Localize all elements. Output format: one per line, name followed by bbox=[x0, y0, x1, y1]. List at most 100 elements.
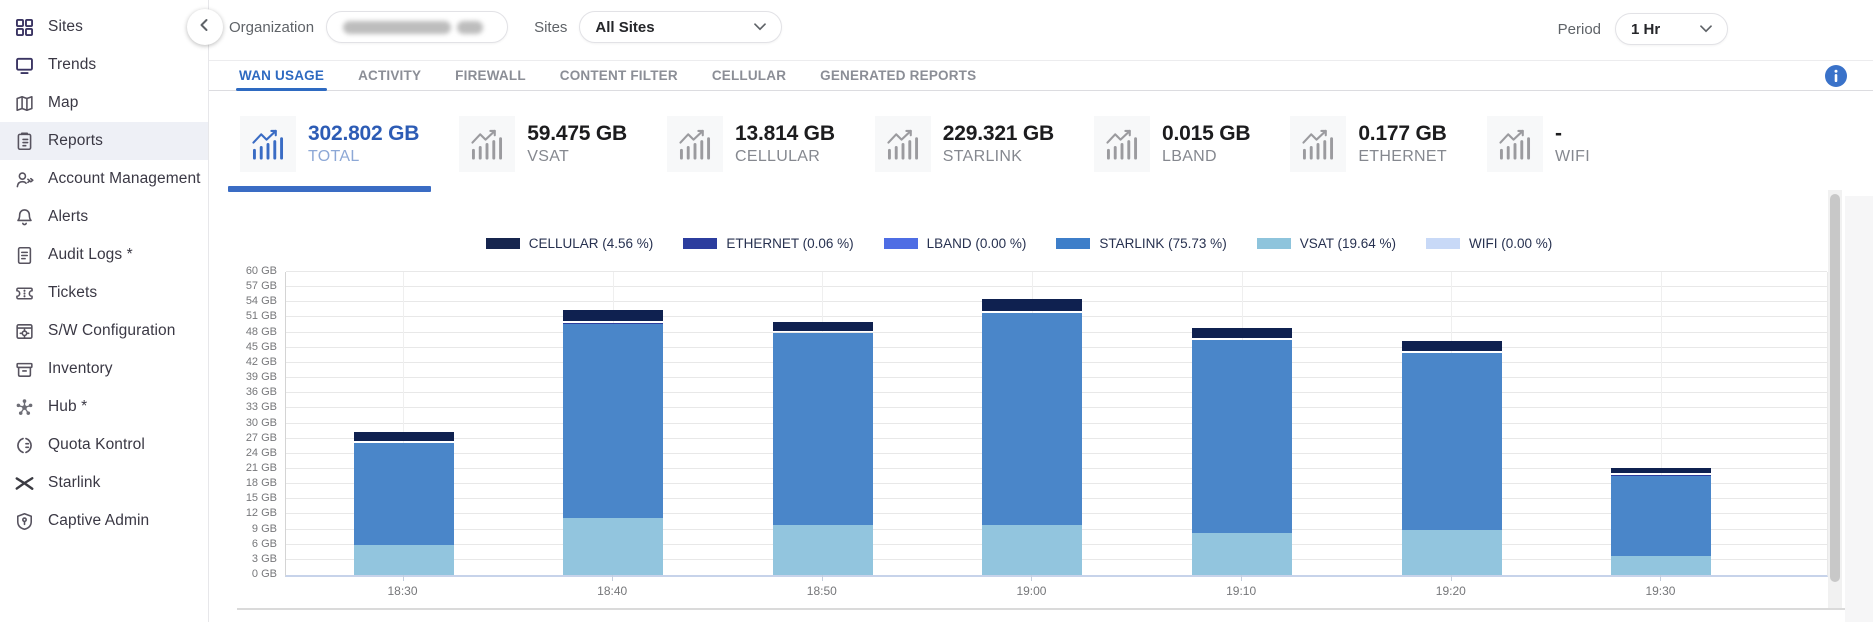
summary-card-lband[interactable]: 0.015 GBLBAND bbox=[1094, 116, 1250, 172]
bar-segment-vsat bbox=[1192, 533, 1292, 575]
page-gutter bbox=[1845, 196, 1873, 622]
y-axis-tick-label: 39 GB bbox=[213, 371, 277, 383]
organization-field[interactable] bbox=[326, 11, 508, 43]
tab-firewall[interactable]: FIREWALL bbox=[455, 61, 526, 90]
bar-segment-starlink bbox=[982, 313, 1082, 525]
sidebar-item-trends[interactable]: Trends bbox=[0, 46, 208, 84]
period-dropdown[interactable]: 1 Hr bbox=[1615, 13, 1728, 45]
tab-cellular[interactable]: CELLULAR bbox=[712, 61, 786, 90]
usage-chart-icon bbox=[1487, 116, 1543, 172]
legend-item-wifi[interactable]: WIFI (0.00 %) bbox=[1426, 236, 1552, 251]
y-axis-tick-label: 24 GB bbox=[213, 447, 277, 459]
sites-icon bbox=[14, 17, 35, 38]
card-label: STARLINK bbox=[943, 148, 1054, 166]
starlink-icon bbox=[14, 473, 35, 494]
sidebar-item-label: Inventory bbox=[48, 360, 113, 378]
x-axis-tick bbox=[403, 575, 404, 581]
y-axis-tick-label: 54 GB bbox=[213, 295, 277, 307]
sidebar-item-label: Account Management bbox=[48, 170, 201, 188]
x-axis-tick-label: 19:30 bbox=[1615, 584, 1705, 598]
sidebar-item-reports[interactable]: Reports bbox=[0, 122, 208, 160]
organization-value-redacted bbox=[343, 21, 451, 34]
sidebar-item-label: Sites bbox=[48, 18, 83, 36]
tab-generated-reports[interactable]: GENERATED REPORTS bbox=[820, 61, 976, 90]
period-group: Period 1 Hr bbox=[1558, 13, 1728, 45]
sites-label: Sites bbox=[534, 19, 567, 36]
y-axis-tick-label: 15 GB bbox=[213, 492, 277, 504]
x-axis-tick-label: 18:30 bbox=[358, 584, 448, 598]
sidebar-item-tickets[interactable]: Tickets bbox=[0, 274, 208, 312]
legend-swatch bbox=[486, 238, 520, 249]
wan-usage-chart-section: CELLULAR (4.56 %) ETHERNET (0.06 %) LBAND … bbox=[209, 196, 1873, 622]
bar-segment-cellular bbox=[1192, 328, 1292, 338]
legend-item-vsat[interactable]: VSAT (19.64 %) bbox=[1257, 236, 1396, 251]
sidebar-item-inventory[interactable]: Inventory bbox=[0, 350, 208, 388]
sidebar-item-s-w-configuration[interactable]: S/W Configuration bbox=[0, 312, 208, 350]
stacked-bar-19-10 bbox=[1192, 328, 1292, 575]
y-axis-tick-label: 27 GB bbox=[213, 432, 277, 444]
legend-item-starlink[interactable]: STARLINK (75.73 %) bbox=[1056, 236, 1226, 251]
sidebar-nav: Sites Trends MapReports Account Management A… bbox=[0, 0, 209, 622]
summary-card-cellular[interactable]: 13.814 GBCELLULAR bbox=[667, 116, 835, 172]
sidebar-item-starlink[interactable]: Starlink bbox=[0, 464, 208, 502]
sidebar-item-audit-logs[interactable]: Audit Logs * bbox=[0, 236, 208, 274]
sidebar-item-captive-admin[interactable]: Captive Admin bbox=[0, 502, 208, 540]
tab-activity[interactable]: ACTIVITY bbox=[358, 61, 421, 90]
bar-segment-cellular bbox=[1611, 468, 1711, 474]
captive-admin-icon bbox=[14, 511, 35, 532]
summary-card-ethernet[interactable]: 0.177 GBETHERNET bbox=[1290, 116, 1447, 172]
topbar: Organization Sites All Sites Period 1 Hr bbox=[209, 0, 1873, 60]
usage-chart-icon bbox=[240, 116, 296, 172]
tab-content-filter[interactable]: CONTENT FILTER bbox=[560, 61, 678, 90]
card-value: 302.802 GB bbox=[308, 122, 419, 145]
tab-wan-usage[interactable]: WAN USAGE bbox=[239, 61, 324, 90]
x-axis-tick-label: 18:40 bbox=[567, 584, 657, 598]
sidebar-item-sites[interactable]: Sites bbox=[0, 8, 208, 46]
sidebar-item-hub[interactable]: Hub * bbox=[0, 388, 208, 426]
section-divider bbox=[237, 608, 1846, 610]
summary-card-starlink[interactable]: 229.321 GBSTARLINK bbox=[875, 116, 1054, 172]
sites-dropdown[interactable]: All Sites bbox=[579, 11, 782, 43]
legend-item-cellular[interactable]: CELLULAR (4.56 %) bbox=[486, 236, 654, 251]
scrollbar-thumb[interactable] bbox=[1830, 194, 1840, 582]
legend-swatch bbox=[1257, 238, 1291, 249]
sidebar-item-label: Trends bbox=[48, 56, 96, 74]
legend-label: VSAT (19.64 %) bbox=[1300, 236, 1396, 251]
usage-chart-icon bbox=[459, 116, 515, 172]
card-label: TOTAL bbox=[308, 148, 419, 166]
x-axis-tick-label: 19:10 bbox=[1196, 584, 1286, 598]
collapse-sidebar-button[interactable] bbox=[187, 9, 223, 45]
legend-swatch bbox=[884, 238, 918, 249]
x-axis-tick-label: 19:20 bbox=[1406, 584, 1496, 598]
sidebar-item-account-management[interactable]: Account Management bbox=[0, 160, 208, 198]
y-axis-tick-label: 21 GB bbox=[213, 462, 277, 474]
card-label: WIFI bbox=[1555, 148, 1590, 166]
summary-card-vsat[interactable]: 59.475 GBVSAT bbox=[459, 116, 627, 172]
y-axis-tick-label: 12 GB bbox=[213, 507, 277, 519]
y-axis-tick-label: 18 GB bbox=[213, 477, 277, 489]
legend-item-lband[interactable]: LBAND (0.00 %) bbox=[884, 236, 1027, 251]
bar-segment-starlink bbox=[773, 333, 873, 525]
summary-card-total[interactable]: 302.802 GB TOTAL bbox=[240, 116, 419, 172]
sidebar-item-map[interactable]: Map bbox=[0, 84, 208, 122]
summary-card-wifi[interactable]: -WIFI bbox=[1487, 116, 1590, 172]
legend-item-ethernet[interactable]: ETHERNET (0.06 %) bbox=[683, 236, 853, 251]
organization-value-redacted-2 bbox=[457, 21, 483, 34]
sidebar-item-quota-kontrol[interactable]: Quota Kontrol bbox=[0, 426, 208, 464]
sidebar-item-label: Captive Admin bbox=[48, 512, 149, 530]
x-axis-tick bbox=[1241, 575, 1242, 581]
legend-label: CELLULAR (4.56 %) bbox=[529, 236, 654, 251]
sw-configuration-icon bbox=[14, 321, 35, 342]
sidebar-item-label: S/W Configuration bbox=[48, 322, 175, 340]
bar-segment-vsat bbox=[354, 545, 454, 575]
usage-chart-icon bbox=[1290, 116, 1346, 172]
card-label: ETHERNET bbox=[1358, 148, 1447, 166]
y-axis-tick-label: 45 GB bbox=[213, 341, 277, 353]
legend-swatch bbox=[1426, 238, 1460, 249]
stacked-bar-18-50 bbox=[773, 322, 873, 575]
info-icon[interactable] bbox=[1824, 64, 1848, 88]
sidebar-item-alerts[interactable]: Alerts bbox=[0, 198, 208, 236]
y-axis-tick-label: 48 GB bbox=[213, 326, 277, 338]
summary-cards-row: 302.802 GB TOTAL 59.475 GBVSAT 13.814 GBCEL… bbox=[209, 91, 1873, 197]
chevron-down-icon bbox=[1700, 20, 1712, 38]
